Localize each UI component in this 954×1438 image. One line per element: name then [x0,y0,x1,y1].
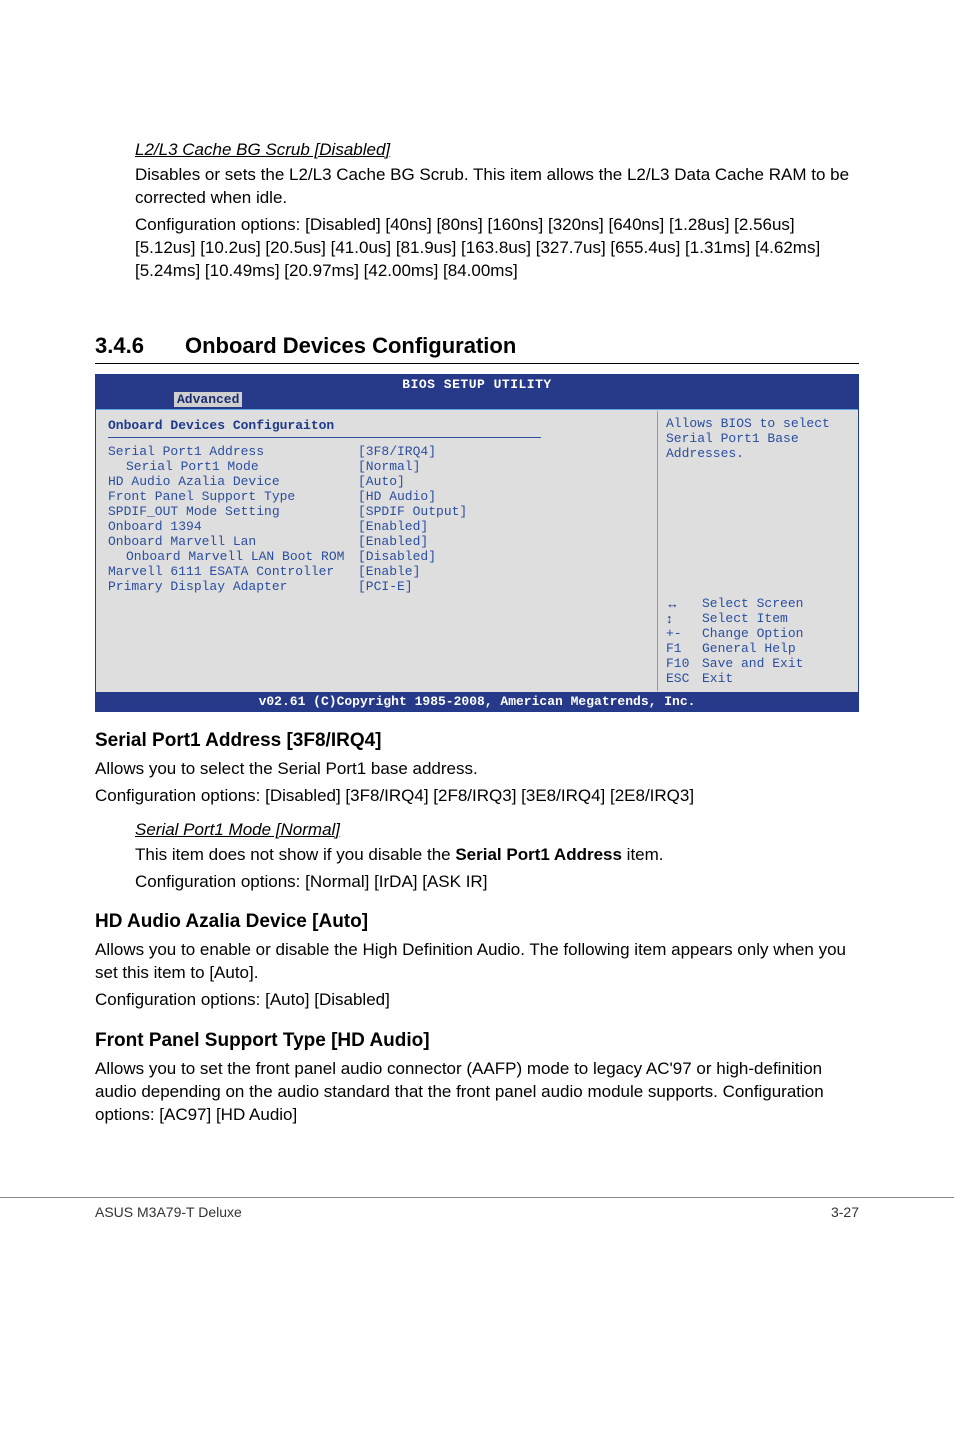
bios-nav-key: ESC [666,671,702,686]
bios-setting-value: [Auto] [358,474,405,489]
bios-setting-row: Serial Port1 Address[3F8/IRQ4] [108,444,649,459]
bios-tabs: Advanced [96,392,858,409]
bios-setting-label: Serial Port1 Mode [108,459,358,474]
bios-setting-label: Serial Port1 Address [108,444,358,459]
bios-setting-label: Primary Display Adapter [108,579,358,594]
page-footer: ASUS M3A79-T Deluxe 3-27 [0,1197,954,1236]
bios-setting-row: Onboard Marvell Lan[Enabled] [108,534,649,549]
bios-nav-row: ↔Select Screen [666,596,850,611]
bios-setting-label: Front Panel Support Type [108,489,358,504]
bios-nav-label: Change Option [702,626,803,641]
front-panel-desc: Allows you to set the front panel audio … [95,1058,859,1127]
footer-left: ASUS M3A79-T Deluxe [95,1204,242,1220]
bios-tab-advanced: Advanced [174,392,242,407]
bios-title: BIOS SETUP UTILITY [96,375,858,392]
hd-audio-heading: HD Audio Azalia Device [Auto] [95,911,859,933]
bios-setting-row: Serial Port1 Mode[Normal] [108,459,649,474]
l2l3-desc: Disables or sets the L2/L3 Cache BG Scru… [135,164,859,210]
bios-setting-value: [SPDIF Output] [358,504,467,519]
bios-nav-label: Select Item [702,611,788,626]
bios-nav-key: ↔ [666,596,702,611]
bios-setting-row: HD Audio Azalia Device[Auto] [108,474,649,489]
l2l3-sub-heading: L2/L3 Cache BG Scrub [Disabled] [135,140,859,160]
footer-right: 3-27 [831,1204,859,1220]
bios-setting-row: Onboard 1394[Enabled] [108,519,649,534]
serial-port1-mode-desc: This item does not show if you disable t… [135,844,859,867]
bios-nav-label: Exit [702,671,733,686]
bios-setting-label: Marvell 6111 ESATA Controller [108,564,358,579]
bios-nav-row: +-Change Option [666,626,850,641]
bios-setting-row: Onboard Marvell LAN Boot ROM[Disabled] [108,549,649,564]
bios-setting-row: Marvell 6111 ESATA Controller[Enable] [108,564,649,579]
section-title: Onboard Devices Configuration [185,333,516,358]
section-346-heading: 3.4.6Onboard Devices Configuration [95,333,859,364]
bios-divider [108,437,541,438]
bios-nav-label: Select Screen [702,596,803,611]
bios-setting-row: Front Panel Support Type[HD Audio] [108,489,649,504]
serial-port1-desc: Allows you to select the Serial Port1 ba… [95,758,859,781]
serial-port1-heading: Serial Port1 Address [3F8/IRQ4] [95,730,859,752]
bios-nav-label: General Help [702,641,796,656]
bios-nav-key: F10 [666,656,702,671]
bios-setting-value: [Normal] [358,459,420,474]
bios-nav-row: F10Save and Exit [666,656,850,671]
bios-nav-key: +- [666,626,702,641]
bios-left-panel: Onboard Devices Configuraiton Serial Por… [96,410,658,692]
bios-help-text: Allows BIOS to select Serial Port1 Base … [666,416,850,596]
bios-setting-value: [3F8/IRQ4] [358,444,436,459]
bios-nav-label: Save and Exit [702,656,803,671]
front-panel-heading: Front Panel Support Type [HD Audio] [95,1030,859,1052]
bios-setting-value: [Disabled] [358,549,436,564]
bios-nav-key: F1 [666,641,702,656]
bios-nav-row: ESCExit [666,671,850,686]
hd-audio-desc: Allows you to enable or disable the High… [95,939,859,985]
serial-port1-mode-heading: Serial Port1 Mode [Normal] [135,820,859,840]
bios-setting-value: [HD Audio] [358,489,436,504]
bios-right-panel: Allows BIOS to select Serial Port1 Base … [658,410,858,692]
bios-setting-value: [PCI-E] [358,579,413,594]
bios-setting-label: Onboard Marvell LAN Boot ROM [108,549,358,564]
bios-nav-row: F1General Help [666,641,850,656]
bios-panel-title: Onboard Devices Configuraiton [108,418,649,433]
l2l3-options: Configuration options: [Disabled] [40ns]… [135,214,859,283]
bios-setting-label: Onboard Marvell Lan [108,534,358,549]
bios-footer: v02.61 (C)Copyright 1985-2008, American … [96,692,858,711]
hd-audio-options: Configuration options: [Auto] [Disabled] [95,989,859,1012]
bios-screenshot: BIOS SETUP UTILITY Advanced Onboard Devi… [95,374,859,712]
bios-setting-value: [Enabled] [358,519,428,534]
bios-setting-row: SPDIF_OUT Mode Setting[SPDIF Output] [108,504,649,519]
bios-setting-value: [Enable] [358,564,420,579]
bios-setting-label: Onboard 1394 [108,519,358,534]
serial-port1-mode-options: Configuration options: [Normal] [IrDA] [… [135,871,859,894]
bios-setting-row: Primary Display Adapter[PCI-E] [108,579,649,594]
bios-nav-row: ↕Select Item [666,611,850,626]
section-num: 3.4.6 [95,333,185,359]
bios-setting-label: HD Audio Azalia Device [108,474,358,489]
bios-nav-key: ↕ [666,611,702,626]
bios-setting-label: SPDIF_OUT Mode Setting [108,504,358,519]
bios-setting-value: [Enabled] [358,534,428,549]
serial-port1-options: Configuration options: [Disabled] [3F8/I… [95,785,859,808]
